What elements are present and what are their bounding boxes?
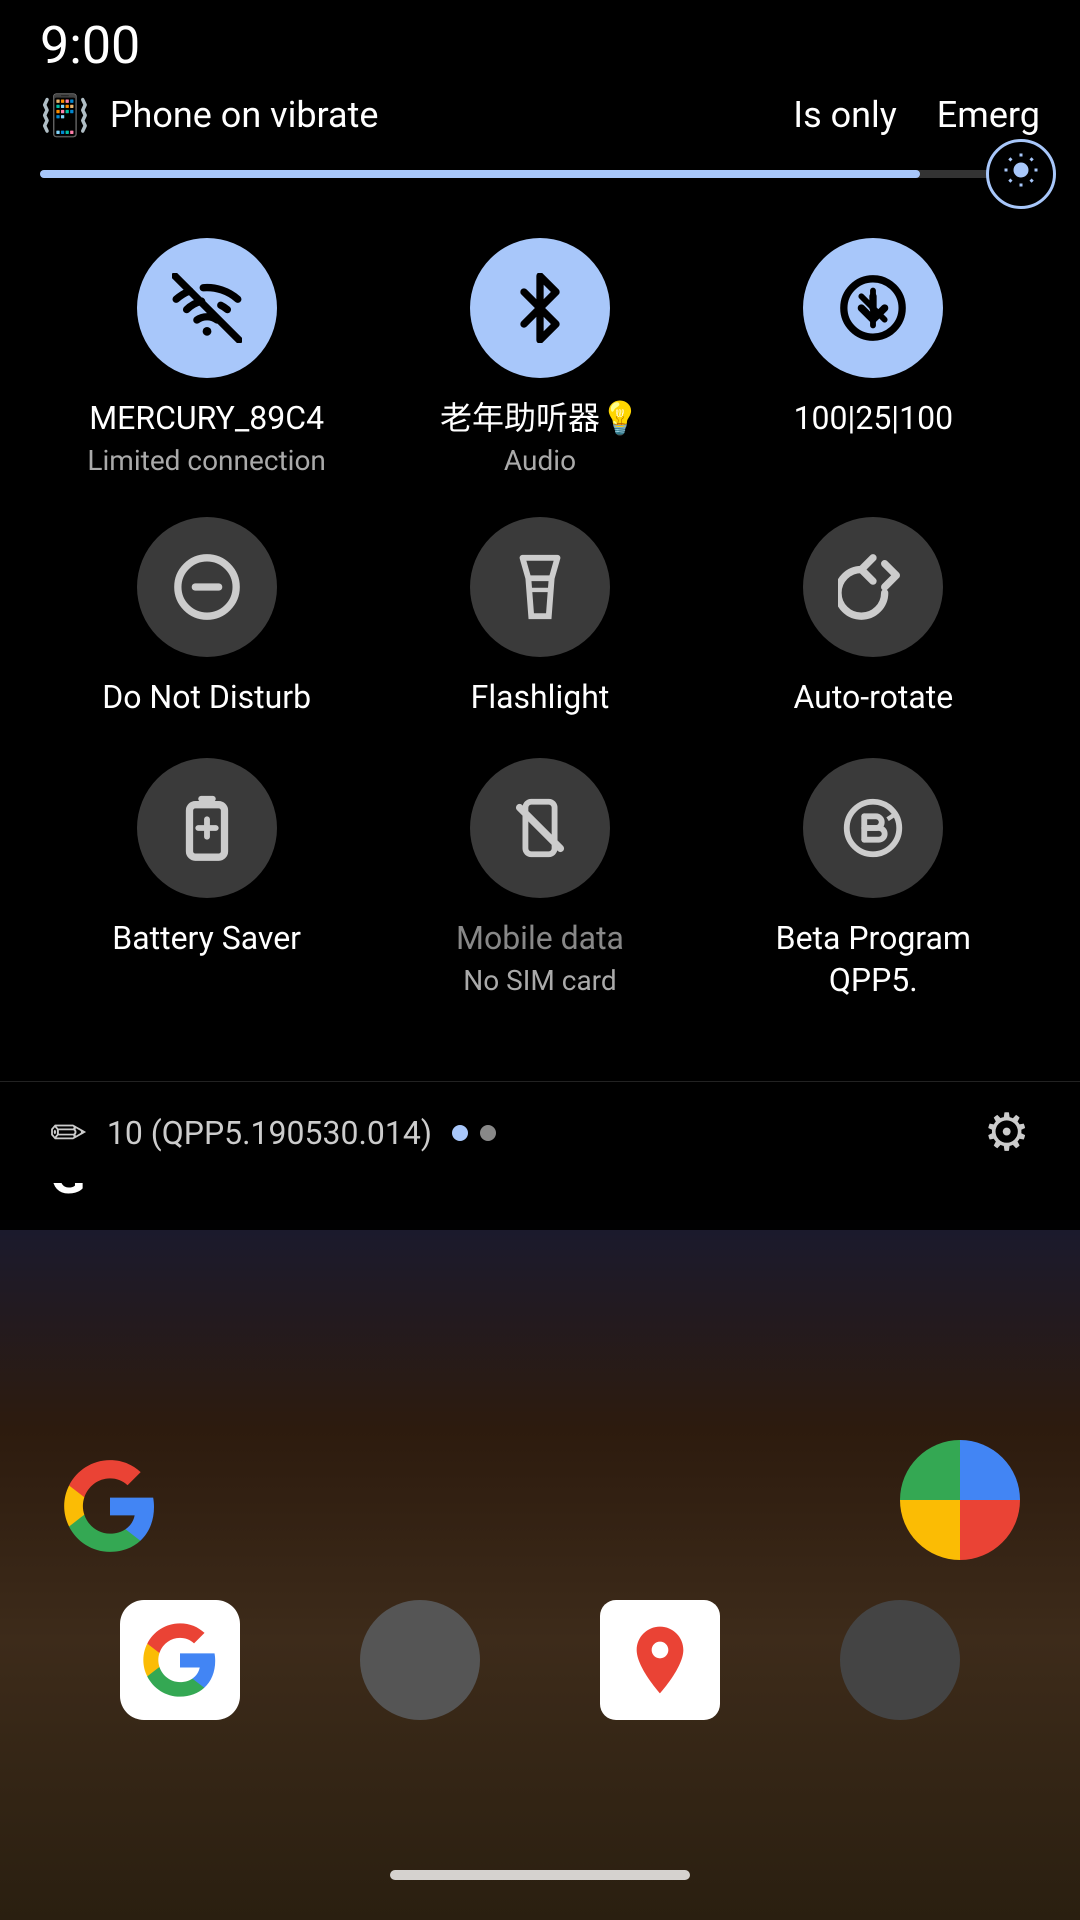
- data-saver-icon: [838, 273, 908, 343]
- maps-icon: [620, 1620, 700, 1700]
- emergency-label[interactable]: Emerg: [937, 94, 1040, 136]
- tile-bluetooth-label: 老年助听器💡: [440, 398, 640, 440]
- footer-left: ✏ 10 (QPP5.190530.014): [50, 1107, 496, 1159]
- quick-settings-panel: 9:00 📳 Phone on vibrate Is only Emerg: [0, 0, 1080, 1183]
- flashlight-icon: [505, 552, 575, 622]
- tile-mobile-data[interactable]: Mobile data No SIM card: [400, 758, 680, 1001]
- tile-data-saver-icon-wrap: [803, 238, 943, 378]
- bluetooth-icon: [505, 273, 575, 343]
- tile-data-saver-label: 100|25|100: [794, 398, 954, 440]
- page-dot-2[interactable]: [480, 1125, 496, 1141]
- page-dot-1[interactable]: [452, 1125, 468, 1141]
- tile-auto-rotate-icon-wrap: [803, 517, 943, 657]
- tile-bluetooth[interactable]: 老年助听器💡 Audio: [400, 238, 680, 477]
- tile-flashlight-icon-wrap: [470, 517, 610, 657]
- home-indicator: [390, 1870, 690, 1880]
- bottom-google-logo: [60, 1456, 160, 1560]
- tile-dnd-icon-wrap: [137, 517, 277, 657]
- tile-wifi-sublabel: Limited connection: [87, 444, 325, 477]
- tile-dnd-label: Do Not Disturb: [102, 677, 311, 719]
- dock-google-app[interactable]: [120, 1600, 240, 1720]
- tile-battery-saver[interactable]: Battery Saver: [67, 758, 347, 1001]
- wallpaper: [0, 1220, 1080, 1920]
- dock-app-2[interactable]: [360, 1600, 480, 1720]
- google-app-icon: [140, 1620, 220, 1700]
- sun-icon: [1003, 152, 1039, 197]
- tile-bluetooth-icon-wrap: [470, 238, 610, 378]
- mobile-data-icon: [505, 793, 575, 863]
- tiles-container: MERCURY_89C4 Limited connection 老年助听器💡 A…: [0, 208, 1080, 1071]
- beta-icon: [838, 793, 908, 863]
- tile-mobile-data-sublabel: No SIM card: [463, 964, 616, 997]
- is-only-label: Is only: [793, 94, 897, 136]
- tile-bluetooth-sublabel: Audio: [504, 444, 576, 477]
- tile-beta[interactable]: Beta Program QPP5.: [733, 758, 1013, 1001]
- settings-gear-icon[interactable]: ⚙: [983, 1102, 1030, 1163]
- tile-auto-rotate[interactable]: Auto-rotate: [733, 517, 1013, 719]
- dock-apps: [0, 1600, 1080, 1720]
- brightness-fill: [40, 170, 920, 178]
- wifi-x-icon: [172, 273, 242, 343]
- tile-flashlight[interactable]: Flashlight: [400, 517, 680, 719]
- tile-auto-rotate-label: Auto-rotate: [793, 677, 953, 719]
- page-dots: [452, 1125, 496, 1141]
- qs-footer: ✏ 10 (QPP5.190530.014) ⚙: [0, 1081, 1080, 1183]
- tile-beta-label: Beta Program QPP5.: [733, 918, 1013, 1001]
- build-text: 10 (QPP5.190530.014): [107, 1114, 432, 1152]
- tile-wifi[interactable]: MERCURY_89C4 Limited connection: [67, 238, 347, 477]
- dnd-icon: [172, 552, 242, 622]
- tile-beta-icon-wrap: [803, 758, 943, 898]
- brightness-slider[interactable]: [40, 170, 1040, 178]
- vibrate-icon: 📳: [40, 92, 90, 139]
- tile-battery-saver-icon-wrap: [137, 758, 277, 898]
- auto-rotate-icon: [838, 552, 908, 622]
- brightness-thumb: [986, 139, 1056, 209]
- tile-wifi-icon-wrap: [137, 238, 277, 378]
- battery-saver-icon: [172, 793, 242, 863]
- google-assistant-dot[interactable]: [900, 1440, 1020, 1560]
- vibrate-label: Phone on vibrate: [110, 94, 379, 136]
- dock-app-4[interactable]: [840, 1600, 960, 1720]
- brightness-container[interactable]: [0, 150, 1080, 208]
- tile-flashlight-label: Flashlight: [471, 677, 610, 719]
- tiles-row-2: Do Not Disturb Flashlight: [40, 517, 1040, 719]
- tiles-row-1: MERCURY_89C4 Limited connection 老年助听器💡 A…: [40, 238, 1040, 477]
- notification-right: Is only Emerg: [793, 94, 1040, 136]
- tile-wifi-label: MERCURY_89C4: [89, 398, 324, 440]
- tile-data-saver[interactable]: 100|25|100: [733, 238, 1013, 477]
- tile-battery-saver-label: Battery Saver: [112, 918, 301, 960]
- dock-app-google-maps[interactable]: [600, 1600, 720, 1720]
- tile-mobile-data-icon-wrap: [470, 758, 610, 898]
- tile-mobile-data-label: Mobile data: [456, 918, 624, 960]
- tiles-row-3: Battery Saver Mobile data No SIM card: [40, 758, 1040, 1001]
- notification-bar: 📳 Phone on vibrate Is only Emerg: [0, 80, 1080, 150]
- notification-left: 📳 Phone on vibrate: [40, 92, 378, 139]
- tile-dnd[interactable]: Do Not Disturb: [67, 517, 347, 719]
- bottom-google-icon: [60, 1456, 160, 1556]
- status-bar: 9:00: [0, 0, 1080, 80]
- edit-icon[interactable]: ✏: [50, 1107, 87, 1159]
- status-time: 9:00: [40, 15, 140, 76]
